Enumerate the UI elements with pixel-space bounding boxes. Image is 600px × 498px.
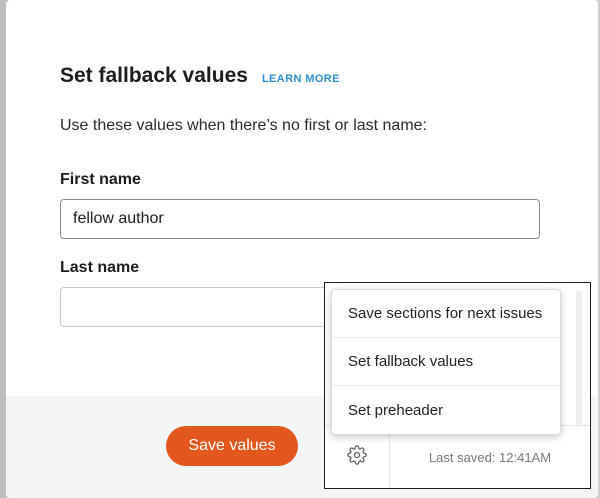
last-name-label: Last name xyxy=(60,259,140,276)
settings-button[interactable] xyxy=(325,426,390,488)
menu-item-save-sections[interactable]: Save sections for next issues xyxy=(332,290,560,338)
menu-item-label: Set preheader xyxy=(348,401,444,419)
options-menu: Save sections for next issues Set fallba… xyxy=(331,289,561,435)
menu-item-label: Save sections for next issues xyxy=(348,305,543,322)
menu-item-set-preheader[interactable]: Set preheader xyxy=(332,386,560,434)
first-name-input[interactable] xyxy=(60,199,540,239)
gear-icon xyxy=(347,444,367,470)
dialog-title: Set fallback values xyxy=(60,64,248,87)
scrollbar[interactable] xyxy=(576,291,582,425)
dialog-description: Use these values when there’s no first o… xyxy=(60,117,427,134)
options-panel: Save sections for next issues Set fallba… xyxy=(324,282,591,489)
first-name-label: First name xyxy=(60,171,141,188)
last-saved-status: Last saved: 12:41AM xyxy=(428,449,552,465)
save-values-button[interactable]: Save values xyxy=(166,426,298,466)
menu-item-set-fallback-values[interactable]: Set fallback values xyxy=(332,338,560,386)
learn-more-link[interactable]: LEARN MORE xyxy=(262,73,340,85)
title-row: Set fallback values LEARN MORE xyxy=(60,64,340,88)
menu-item-label: Set fallback values xyxy=(348,353,474,370)
